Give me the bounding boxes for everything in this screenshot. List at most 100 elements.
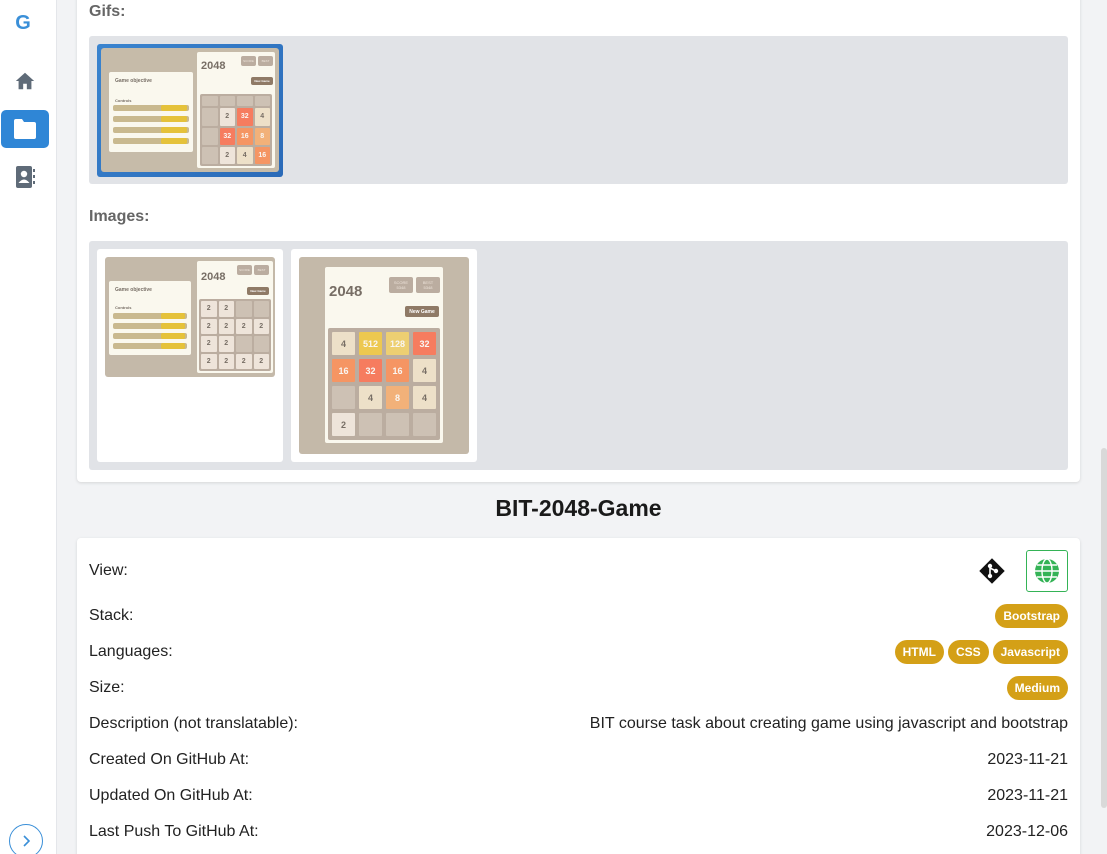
- grid-tile: 2: [332, 413, 355, 436]
- grid-tile: 8: [254, 127, 270, 145]
- sidebar-item-projects[interactable]: [1, 110, 49, 148]
- website-link-button[interactable]: [1026, 550, 1068, 592]
- best-box: BEST: [258, 56, 273, 66]
- grid-tile: 8: [386, 386, 409, 409]
- game-screenshot: Game objective Controls 2048 SCORE BEST …: [101, 48, 279, 172]
- grid-tile: [202, 108, 218, 126]
- new-game-button: New Game: [251, 77, 273, 85]
- images-label: Images:: [89, 208, 150, 225]
- grid-tile: 16: [254, 146, 270, 164]
- tile-grid: 222222222222: [199, 299, 271, 371]
- project-title: BIT-2048-Game: [495, 495, 662, 521]
- controls-title: Controls: [115, 98, 132, 103]
- sidebar-item-contacts[interactable]: [1, 158, 49, 196]
- language-badge: CSS: [947, 640, 989, 664]
- description-label: Description (not translatable):: [89, 715, 298, 732]
- stack-badges: Bootstrap: [995, 604, 1068, 628]
- view-label: View:: [89, 562, 128, 579]
- objective-title: Game objective: [115, 287, 152, 293]
- created-value: 2023-11-21: [987, 751, 1068, 768]
- grid-tile: [236, 336, 252, 352]
- score-box: SCORE: [237, 265, 252, 275]
- game-panel: 2048 SCORE 5348 BEST 5348 New Game 4 512 128…: [325, 267, 443, 443]
- grid-tile: 2: [219, 146, 235, 164]
- grid-tile: 16: [386, 359, 409, 382]
- sidebar-expand-button[interactable]: [9, 824, 43, 854]
- grid-tile: 2: [201, 301, 217, 317]
- grid-tile: 4: [237, 146, 253, 164]
- score-box: SCORE 5348: [389, 277, 413, 293]
- objective-panel: Game objective Controls: [109, 72, 193, 152]
- grid-tile: 2: [218, 318, 234, 334]
- game-title: 2048: [201, 60, 226, 72]
- grid-tile: [359, 413, 382, 436]
- gif-gallery: Game objective Controls 2048 SCORE BEST …: [89, 36, 1068, 184]
- grid-tile: 16: [237, 127, 253, 145]
- grid-tile: 512: [359, 332, 382, 355]
- image-thumbnail-2[interactable]: 2048 SCORE 5348 BEST 5348 New Game 4 512 128…: [291, 249, 477, 462]
- sidebar-item-home[interactable]: [1, 62, 49, 100]
- sidebar: G: [0, 0, 57, 854]
- github-link[interactable]: [977, 556, 1007, 586]
- grid-tile: 2: [236, 353, 252, 369]
- app-logo[interactable]: G: [0, 12, 46, 35]
- objective-panel: Game objective Controls: [109, 281, 191, 355]
- grid-tile: 4: [332, 332, 355, 355]
- details-card: View: Stack: Bootstrap Languages: HTML C…: [77, 538, 1080, 854]
- created-label: Created On GitHub At:: [89, 751, 250, 768]
- grid-tile: 2: [219, 108, 235, 126]
- git-icon: [979, 558, 1005, 584]
- description-value: BIT course task about creating game usin…: [589, 715, 1068, 732]
- grid-tile: 4: [359, 386, 382, 409]
- grid-tile: 2: [201, 353, 217, 369]
- home-icon: [15, 72, 35, 90]
- stack-badge: Bootstrap: [995, 604, 1068, 628]
- pushed-label: Last Push To GitHub At:: [89, 823, 259, 840]
- grid-tile: [237, 96, 253, 107]
- grid-tile: [202, 146, 218, 164]
- updated-label: Updated On GitHub At:: [89, 787, 253, 804]
- grid-tile: 2: [201, 336, 217, 352]
- gif-thumbnail[interactable]: Game objective Controls 2048 SCORE BEST …: [97, 44, 283, 177]
- stack-label: Stack:: [89, 607, 134, 624]
- best-box: BEST 5348: [416, 277, 440, 293]
- game-screenshot: 2048 SCORE 5348 BEST 5348 New Game 4 512 128…: [299, 257, 469, 454]
- new-game-button: New Game: [247, 287, 269, 295]
- gifs-label: Gifs:: [89, 3, 126, 20]
- grid-tile: 2: [218, 336, 234, 352]
- language-badge: Javascript: [992, 640, 1068, 664]
- grid-tile: 4: [413, 359, 436, 382]
- grid-tile: 32: [237, 108, 253, 126]
- game-panel: 2048 SCORE BEST New Game 2 32 4 32 16 8 2 4 16: [197, 52, 275, 168]
- contact-book-icon: [16, 166, 35, 188]
- grid-tile: [413, 413, 436, 436]
- grid-tile: 2: [201, 318, 217, 334]
- size-badges: Medium: [1006, 676, 1068, 700]
- grid-tile: 32: [219, 127, 235, 145]
- grid-tile: 4: [413, 386, 436, 409]
- size-badge: Medium: [1006, 676, 1068, 700]
- globe-icon: [1035, 558, 1059, 584]
- size-label: Size:: [89, 679, 125, 696]
- grid-tile: 32: [413, 332, 436, 355]
- new-game-button: New Game: [405, 306, 439, 317]
- grid-tile: [254, 96, 270, 107]
- folder-icon: [14, 119, 36, 139]
- grid-tile: [253, 301, 269, 317]
- grid-tile: 16: [332, 359, 355, 382]
- score-box: SCORE: [241, 56, 256, 66]
- grid-tile: [219, 96, 235, 107]
- game-panel: 2048 SCORE BEST New Game 222222222222: [197, 261, 273, 373]
- page-scrollbar[interactable]: [1101, 448, 1107, 808]
- best-box: BEST: [254, 265, 269, 275]
- grid-tile: 2: [253, 318, 269, 334]
- image-thumbnail-1[interactable]: Game objective Controls 2048 SCORE BEST …: [97, 249, 283, 462]
- grid-tile: 128: [386, 332, 409, 355]
- grid-tile: 4: [254, 108, 270, 126]
- grid-tile: 32: [359, 359, 382, 382]
- grid-tile: 2: [218, 301, 234, 317]
- grid-tile: 2: [253, 353, 269, 369]
- grid-tile: [202, 127, 218, 145]
- grid-tile: [386, 413, 409, 436]
- chevron-right-icon: [23, 835, 31, 847]
